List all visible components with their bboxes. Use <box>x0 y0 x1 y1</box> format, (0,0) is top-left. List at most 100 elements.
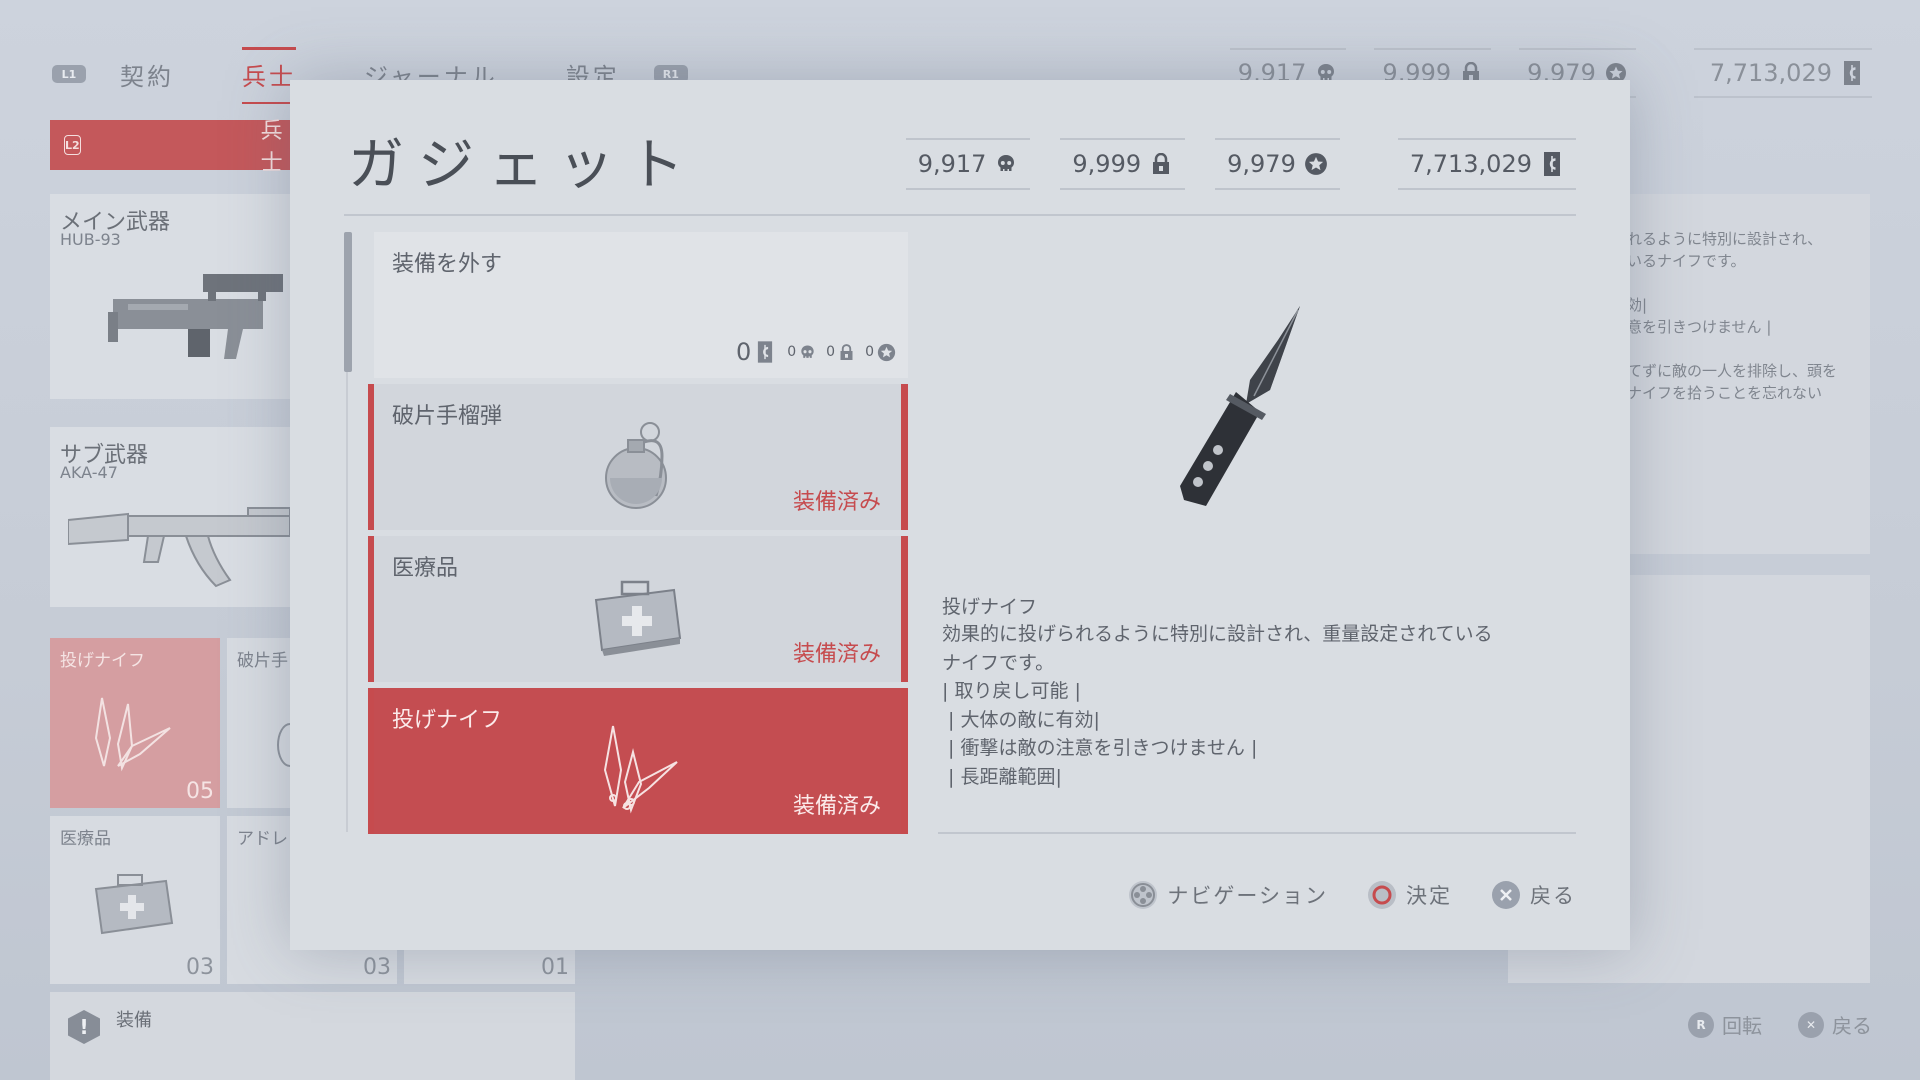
cost-kills: 0 <box>787 343 816 361</box>
detail-trait: | 取り戻し可能 | <box>942 680 1081 703</box>
detail-line: 効果的に投げられるように特別に設計され、重量設定されている <box>942 623 1493 645</box>
equipped-status: 装備済み <box>792 794 881 819</box>
item-throwing-knife[interactable]: 投げナイフ 装備済み <box>368 688 908 834</box>
detail-trait: | 衝撃は敵の注意を引きつけません | <box>942 737 1258 760</box>
slot-title: 破片手 <box>237 651 288 671</box>
detail-trait: | 長距離範囲| <box>942 765 1062 788</box>
item-costs: 0 0 0 0 <box>736 338 896 366</box>
hint-back[interactable]: ✕ 戻る <box>1798 1010 1872 1039</box>
cross-button-icon: ✕ <box>1798 1011 1824 1038</box>
gadget-modal: ガジェット 9,917 9,999 9,979 7,713,029 装備を外す … <box>290 80 1630 950</box>
item-frag-grenade[interactable]: 破片手榴弾 装備済み <box>368 384 908 530</box>
stars-counter: 9,979 <box>1215 138 1340 190</box>
credit-icon <box>1840 61 1864 85</box>
detail-line: ナイフです。 <box>942 651 1055 674</box>
hint-back-label: 戻る <box>1530 884 1576 908</box>
item-label: 医療品 <box>392 556 459 581</box>
slot-title: 医療品 <box>60 829 111 849</box>
modal-title: ガジェット <box>348 133 698 198</box>
hint-confirm-label: 決定 <box>1406 884 1452 908</box>
hint-back[interactable]: 戻る <box>1492 880 1576 910</box>
credits-value: 7,713,029 <box>1409 150 1532 178</box>
sniper-rifle-icon <box>108 274 283 359</box>
equipped-status: 装備済み <box>792 490 881 515</box>
soldier-banner: L2 兵士 <box>50 119 290 176</box>
tab-contracts[interactable]: 契約 <box>120 57 174 92</box>
item-label: 破片手榴弾 <box>392 404 503 429</box>
bg-credits-value: 7,713,029 <box>1709 59 1832 87</box>
list-scrollbar-thumb[interactable] <box>344 232 352 372</box>
medkit-icon <box>94 874 174 935</box>
skull-icon <box>798 343 816 361</box>
slot-count: 03 <box>363 955 391 980</box>
throwing-knives-icon <box>94 697 171 772</box>
credit-icon <box>1540 152 1564 176</box>
detail-divider <box>938 832 1576 834</box>
item-medkit[interactable]: 医療品 装備済み <box>368 536 908 682</box>
cost-kills-value: 0 <box>787 344 797 360</box>
cost-stars-value: 0 <box>865 344 874 360</box>
cost-locks: 0 <box>826 343 855 361</box>
item-label: 装備を外す <box>392 252 503 277</box>
credits-counter: 7,713,029 <box>1397 138 1576 190</box>
hint-confirm[interactable]: 決定 <box>1368 880 1452 910</box>
lock-icon <box>1149 152 1173 176</box>
cross-button-icon <box>1492 881 1520 909</box>
credit-icon <box>753 340 777 364</box>
skull-icon <box>994 152 1018 176</box>
slot-count: 05 <box>186 779 214 804</box>
slot-medkit[interactable]: 医療品 03 <box>50 816 220 984</box>
main-weapon-name: HUB-93 <box>60 230 121 249</box>
item-label: 投げナイフ <box>392 708 503 733</box>
slot-count: 03 <box>186 955 214 980</box>
equipped-status: 装備済み <box>792 642 881 667</box>
detail-item-name: 投げナイフ <box>942 596 1038 618</box>
l1-button-icon[interactable]: L1 <box>52 65 86 83</box>
star-badge-icon <box>1304 152 1328 176</box>
modal-button-hints: ナビゲーション 決定 戻る <box>1129 880 1576 910</box>
hint-rotate-label: 回転 <box>1722 1014 1762 1038</box>
item-unequip[interactable]: 装備を外す 0 0 0 0 <box>374 232 908 378</box>
slot-title: アドレ <box>237 829 288 849</box>
dpad-icon <box>1129 881 1158 909</box>
sub-weapon-card[interactable]: サブ武器 AKA-47 <box>50 427 290 607</box>
medkit-icon <box>594 580 681 656</box>
sub-weapon-name: AKA-47 <box>60 463 118 482</box>
locks-value: 9,999 <box>1072 150 1142 178</box>
bg-credits-counter: 7,713,029 <box>1693 48 1872 98</box>
warning-icon: ! <box>68 1010 100 1044</box>
slot-throwing-knife[interactable]: 投げナイフ 05 <box>50 638 220 808</box>
cost-stars: 0 <box>865 342 896 362</box>
knife-preview-icon <box>1180 306 1300 506</box>
modal-currency-bar: 9,917 9,999 9,979 7,713,029 <box>905 138 1576 190</box>
slot-frag-grenade[interactable]: 破片手 <box>227 638 303 808</box>
hint-back-label: 戻る <box>1832 1014 1872 1038</box>
hint-rotate[interactable]: R 回転 <box>1688 1010 1762 1039</box>
lock-icon <box>837 343 855 361</box>
r-stick-icon: R <box>1688 1011 1714 1038</box>
stars-value: 9,979 <box>1227 150 1296 178</box>
cost-credits-value: 0 <box>735 338 752 366</box>
locks-counter: 9,999 <box>1060 138 1186 190</box>
main-weapon-card[interactable]: メイン武器 HUB-93 <box>50 194 290 399</box>
assault-rifle-icon <box>68 507 290 588</box>
equip-status-label: 装備 <box>116 1010 152 1031</box>
hint-navigation[interactable]: ナビゲーション <box>1129 880 1328 910</box>
throwing-knives-icon <box>603 725 678 814</box>
bg-button-hints: R 回転 ✕ 戻る <box>1688 1010 1872 1039</box>
tab-soldier[interactable]: 兵士 <box>242 46 296 104</box>
frag-grenade-icon <box>604 422 667 509</box>
circle-button-icon <box>1368 881 1396 909</box>
banner-label: 兵士 <box>260 119 283 176</box>
slot-count: 01 <box>541 955 569 980</box>
bg-detail-text: れるように特別に設計され、 いるナイフです。 効| 意を引きつけません | てず… <box>1627 230 1838 402</box>
l2-button-icon[interactable]: L2 <box>64 135 81 155</box>
slot-title: 投げナイフ <box>60 651 145 671</box>
cost-locks-value: 0 <box>826 344 836 360</box>
equip-status-bar: ! 装備 <box>50 992 575 1080</box>
cost-credits: 0 <box>736 338 777 366</box>
title-divider <box>344 214 1576 216</box>
kills-counter: 9,917 <box>905 138 1031 190</box>
hint-navigation-label: ナビゲーション <box>1167 884 1328 908</box>
kills-value: 9,917 <box>917 150 987 178</box>
